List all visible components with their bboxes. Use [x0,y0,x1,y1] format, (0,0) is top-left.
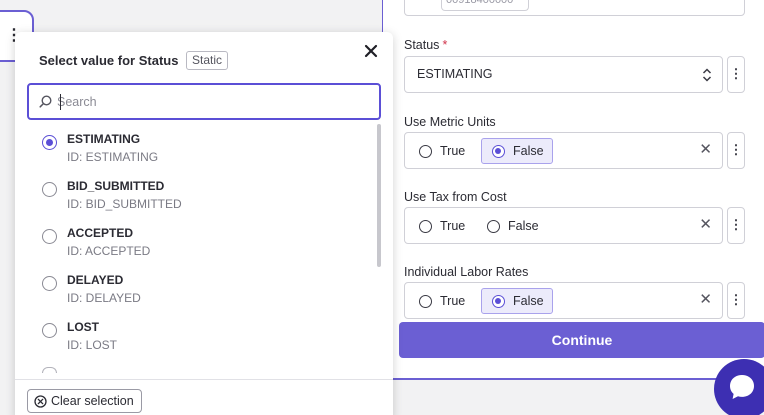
option-delayed[interactable]: DELAYED ID: DELAYED [27,268,367,312]
search-input[interactable] [57,93,367,111]
labor-kebab-icon[interactable]: ⋮ [727,282,745,319]
options-scrollbar[interactable] [377,124,381,267]
radio-icon [419,294,432,308]
option-name: LOST [67,320,99,334]
option-id: ID: ESTIMATING [67,150,159,164]
search-field[interactable] [27,83,381,120]
clear-selection-button[interactable]: Clear selection [27,389,142,413]
metric-kebab-icon[interactable]: ⋮ [727,132,745,169]
labor-true-label: True [440,294,466,308]
labor-false-label: False [513,294,544,308]
labor-true-option[interactable]: True [409,288,473,314]
option-name: DELAYED [67,273,124,287]
option-accepted[interactable]: ACCEPTED ID: ACCEPTED [27,221,367,265]
static-badge: Static [186,51,229,70]
labor-clear-icon[interactable]: ✕ [699,292,712,308]
labor-rates-radio-group: True False ✕ [404,282,723,319]
option-estimating[interactable]: ESTIMATING ID: ESTIMATING [27,127,367,171]
metric-true-option[interactable]: True [409,138,473,164]
tax-true-label: True [440,219,466,233]
tax-clear-icon[interactable]: ✕ [699,217,712,233]
radio-selected-icon [42,135,57,150]
options-list: ESTIMATING ID: ESTIMATING BID_SUBMITTED … [27,127,383,367]
chat-bubble-icon [730,375,754,399]
search-icon [39,95,52,108]
tax-false-label: False [508,219,539,233]
status-select-value: ESTIMATING [417,67,493,81]
metric-true-label: True [440,144,466,158]
option-bid-submitted[interactable]: BID_SUBMITTED ID: BID_SUBMITTED [27,174,367,218]
partial-radio-icon [42,367,57,373]
option-id: ID: DELAYED [67,291,141,305]
top-field[interactable]: 00918400000 [404,0,745,16]
popup-title: Select value for Status [39,53,179,68]
clear-x-circle-icon [34,394,47,408]
metric-false-label: False [513,144,544,158]
status-value-popup: Select value for Status Static ESTIMATIN… [15,32,393,415]
status-select[interactable]: ESTIMATING [404,56,723,93]
text-caret [60,94,61,110]
radio-icon [419,219,432,233]
labor-rates-label: Individual Labor Rates [404,265,529,279]
metric-clear-icon[interactable]: ✕ [699,142,712,158]
option-id: ID: LOST [67,338,118,352]
tax-false-option[interactable]: False [477,213,547,239]
radio-icon [42,182,57,197]
select-chevrons-icon [702,68,712,82]
footer-divider [15,379,393,380]
top-field-value: 00918400000 [441,0,529,11]
radio-icon [419,144,432,158]
labor-false-option[interactable]: False [481,288,553,314]
radio-icon [487,219,500,233]
status-kebab-icon[interactable]: ⋮ [727,56,745,93]
option-name: ESTIMATING [67,132,141,146]
tax-cost-label: Use Tax from Cost [404,190,507,204]
tax-cost-radio-group: True False ✕ [404,207,723,244]
radio-selected-icon [492,294,505,308]
tax-true-option[interactable]: True [409,213,473,239]
tax-kebab-icon[interactable]: ⋮ [727,207,745,244]
continue-button[interactable]: Continue [399,322,764,358]
radio-icon [42,276,57,291]
option-id: ID: ACCEPTED [67,244,151,258]
clear-selection-label: Clear selection [51,394,134,408]
required-marker: * [442,38,448,52]
radio-icon [42,229,57,244]
option-name: ACCEPTED [67,226,134,240]
option-name: BID_SUBMITTED [67,179,165,193]
metric-units-radio-group: True False ✕ [404,132,723,169]
radio-selected-icon [492,144,505,158]
status-label: Status * [404,38,448,52]
metric-units-label: Use Metric Units [404,115,496,129]
radio-icon [42,323,57,338]
close-icon[interactable] [364,44,378,58]
metric-false-option[interactable]: False [481,138,553,164]
option-id: ID: BID_SUBMITTED [67,197,182,211]
chat-button[interactable] [714,359,764,415]
option-lost[interactable]: LOST ID: LOST [27,315,367,359]
